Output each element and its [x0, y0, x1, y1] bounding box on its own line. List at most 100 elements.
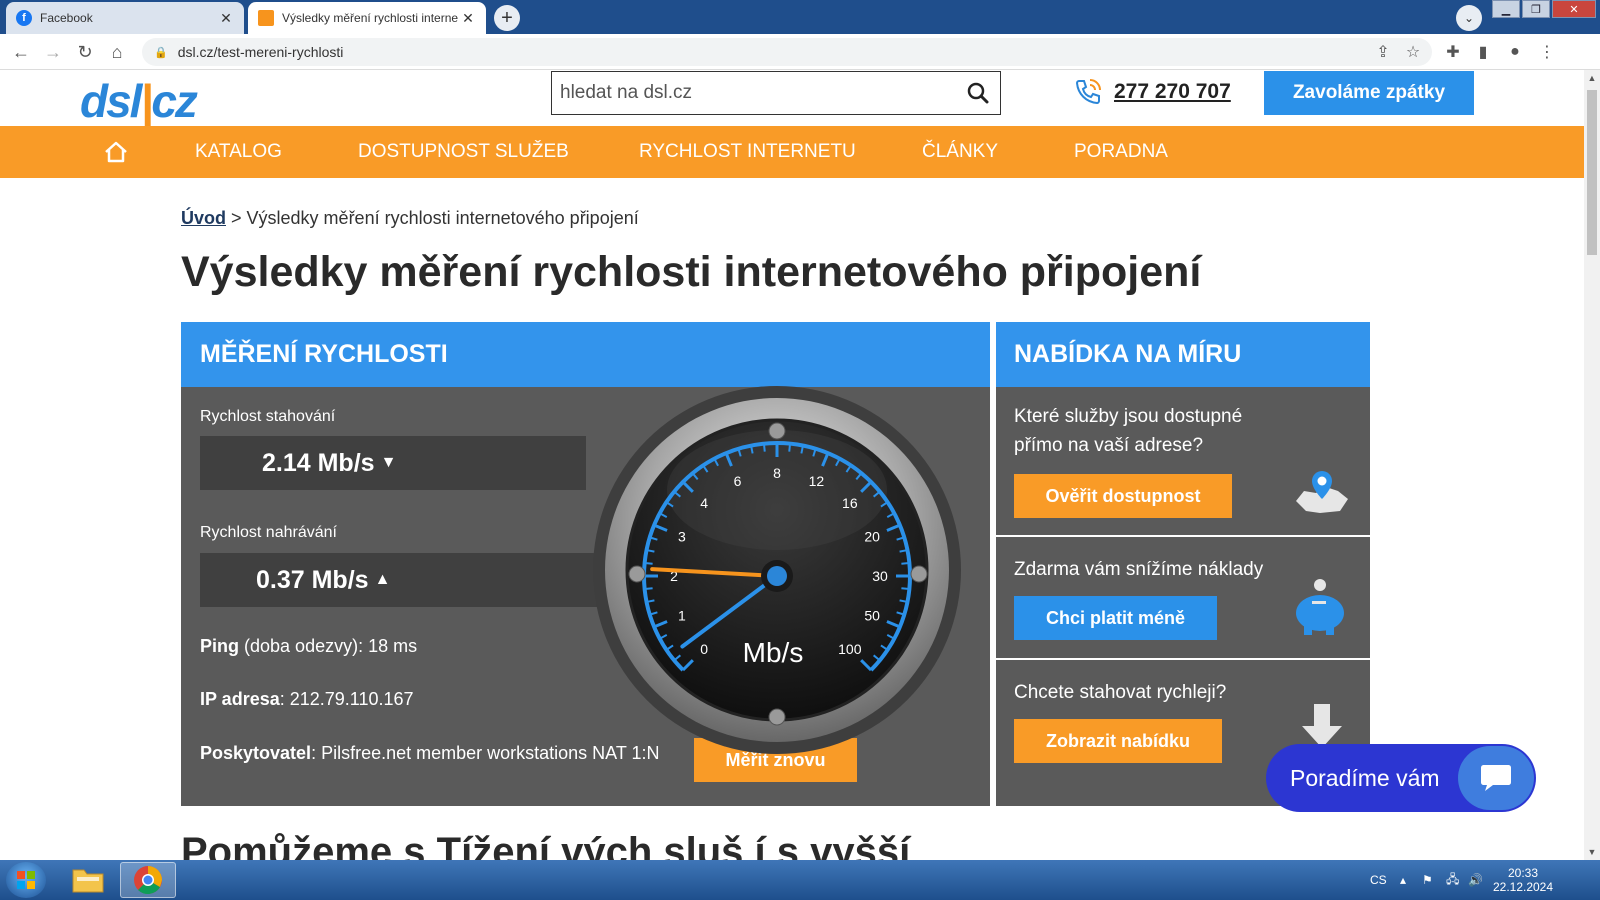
- arrow-up-icon: ▲: [374, 571, 391, 588]
- profile-icon[interactable]: ●: [1504, 41, 1526, 63]
- menu-item-clanky[interactable]: ČLÁNKY: [922, 126, 998, 178]
- home-icon: [105, 141, 127, 163]
- minimize-button[interactable]: ▁: [1492, 0, 1520, 18]
- new-tab-button[interactable]: +: [494, 5, 520, 31]
- breadcrumb-separator: >: [231, 208, 247, 228]
- taskbar-chrome[interactable]: [120, 862, 176, 898]
- map-pin-icon: [1296, 471, 1348, 513]
- scroll-down-icon[interactable]: ▼: [1584, 844, 1600, 860]
- start-button[interactable]: [6, 862, 46, 898]
- tab-label: Facebook: [40, 11, 93, 25]
- ip-info: IP adresa: 212.79.110.167: [200, 689, 414, 709]
- main-menu: KATALOG DOSTUPNOST SLUŽEB RYCHLOST INTER…: [0, 126, 1584, 178]
- gauge-minor-tick: [762, 443, 766, 452]
- window-controls: ▁ ❐ ✕: [1490, 0, 1596, 18]
- page-title: Výsledky měření rychlosti internetového …: [181, 248, 1202, 296]
- maximize-button[interactable]: ❐: [1522, 0, 1550, 18]
- close-icon[interactable]: ✕: [218, 10, 234, 27]
- lock-icon: 🔒: [154, 46, 168, 59]
- upload-value-box: 0.37 Mb/s ▲: [200, 553, 606, 607]
- menu-item-rychlost[interactable]: RYCHLOST INTERNETU: [639, 126, 856, 178]
- pay-less-button[interactable]: Chci platit méně: [1014, 596, 1217, 640]
- keyboard-language[interactable]: CS: [1370, 860, 1387, 900]
- clock-time: 20:33: [1507, 866, 1539, 880]
- taskbar-explorer[interactable]: [60, 862, 116, 898]
- gauge-tick-label: 16: [842, 495, 858, 511]
- check-availability-button[interactable]: Ověřit dostupnost: [1014, 474, 1232, 518]
- home-icon[interactable]: ⌂: [106, 41, 128, 63]
- tab-dsl[interactable]: Výsledky měření rychlosti interne ✕: [248, 2, 486, 34]
- side-panel-icon[interactable]: ▮: [1472, 41, 1494, 63]
- measurement-heading: MĚŘENÍ RYCHLOSTI: [200, 340, 448, 368]
- phone-contact: 277 270 707: [1072, 76, 1231, 108]
- gauge-screw: [910, 565, 928, 583]
- callback-button[interactable]: Zavoláme zpátky: [1264, 71, 1474, 115]
- chat-widget[interactable]: Poradíme vám: [1266, 744, 1536, 812]
- next-section-heading: Pomůžeme s Tížení vých sluš í s vyšší: [181, 830, 911, 860]
- gauge-tick-label: 12: [809, 473, 825, 489]
- window-close-button[interactable]: ✕: [1552, 0, 1596, 18]
- gauge-tick-label: 1: [678, 607, 686, 623]
- search-icon[interactable]: [956, 82, 1000, 104]
- gauge-screw: [628, 565, 646, 583]
- extensions-icon[interactable]: ✚: [1442, 41, 1464, 63]
- offer-availability: Které služby jsou dostupné přímo na vaší…: [996, 387, 1370, 537]
- menu-home[interactable]: [103, 126, 129, 178]
- menu-item-dostupnost[interactable]: DOSTUPNOST SLUŽEB: [358, 126, 569, 178]
- windows-taskbar: CS ▴ ⚑ 🖧 🔊 20:33 22.12.2024: [0, 860, 1600, 900]
- download-label: Rychlost stahování: [200, 408, 336, 425]
- tab-search-icon[interactable]: ⌄: [1456, 5, 1482, 31]
- offer-text: Zdarma vám snížíme náklady: [1014, 559, 1264, 580]
- speedometer-gauge: 012346 8 1216203050100 Mb/s: [593, 386, 961, 754]
- provider-info: Poskytovatel: Pilsfree.net member workst…: [200, 743, 660, 763]
- address-bar-row: ← → ↻ ⌂ 🔒 dsl.cz/test-mereni-rychlosti ⇪…: [0, 34, 1600, 70]
- action-center-icon[interactable]: ⚑: [1422, 860, 1433, 900]
- download-value: 2.14 Mb/s: [262, 448, 375, 477]
- menu-item-katalog[interactable]: KATALOG: [195, 126, 282, 178]
- scroll-up-icon[interactable]: ▲: [1584, 70, 1600, 86]
- taskbar-clock[interactable]: 20:33 22.12.2024: [1490, 866, 1556, 894]
- upload-value: 0.37 Mb/s: [256, 565, 369, 594]
- piggy-bank-icon: [1296, 579, 1344, 635]
- share-icon[interactable]: ⇪: [1372, 41, 1394, 63]
- show-offer-button[interactable]: Zobrazit nabídku: [1014, 719, 1222, 763]
- gauge-tick-label: 100: [838, 641, 862, 657]
- offer-savings: Zdarma vám snížíme náklady Chci platit m…: [996, 537, 1370, 660]
- url-text: dsl.cz/test-mereni-rychlosti: [177, 44, 344, 60]
- scrollbar-thumb[interactable]: [1587, 90, 1597, 255]
- volume-icon[interactable]: 🔊: [1468, 860, 1483, 900]
- measurement-header: MĚŘENÍ RYCHLOSTI: [181, 322, 990, 387]
- dsl-favicon: [258, 10, 274, 26]
- menu-item-poradna[interactable]: PORADNA: [1074, 126, 1168, 178]
- phone-link[interactable]: 277 270 707: [1114, 80, 1231, 104]
- forward-icon[interactable]: →: [42, 41, 64, 63]
- back-icon[interactable]: ←: [10, 41, 32, 63]
- search-input[interactable]: [552, 72, 956, 114]
- page-scrollbar[interactable]: ▲ ▼: [1584, 70, 1600, 860]
- url-field[interactable]: 🔒 dsl.cz/test-mereni-rychlosti: [142, 38, 1432, 66]
- needle-hub-center: [767, 566, 787, 586]
- arrow-down-icon: ▼: [380, 454, 397, 471]
- breadcrumb-home-link[interactable]: Úvod: [181, 208, 226, 228]
- tray-expand-icon[interactable]: ▴: [1400, 860, 1406, 900]
- site-logo[interactable]: dsl|cz: [80, 74, 198, 128]
- gauge-tick-label: 6: [734, 473, 742, 489]
- network-icon[interactable]: 🖧: [1446, 860, 1459, 900]
- gauge-minor-tick: [644, 561, 653, 565]
- close-icon[interactable]: ✕: [460, 10, 476, 27]
- tab-label: Výsledky měření rychlosti interne: [282, 11, 459, 25]
- bookmark-star-icon[interactable]: ☆: [1402, 41, 1424, 63]
- site-search: [551, 71, 1001, 115]
- gauge-tick-label: 4: [700, 495, 708, 511]
- gauge-minor-tick: [901, 561, 910, 565]
- tab-facebook[interactable]: f Facebook ✕: [6, 2, 244, 34]
- folder-icon: [72, 869, 104, 893]
- reload-icon[interactable]: ↻: [74, 41, 96, 63]
- kebab-menu-icon[interactable]: ⋮: [1536, 41, 1558, 63]
- chat-label: Poradíme vám: [1290, 764, 1440, 791]
- download-arrow-icon: [1302, 704, 1342, 748]
- phone-icon: [1075, 79, 1101, 105]
- facebook-icon: f: [16, 10, 32, 26]
- breadcrumb-current: Výsledky měření rychlosti internetového …: [246, 208, 639, 228]
- gauge-screw: [768, 422, 786, 440]
